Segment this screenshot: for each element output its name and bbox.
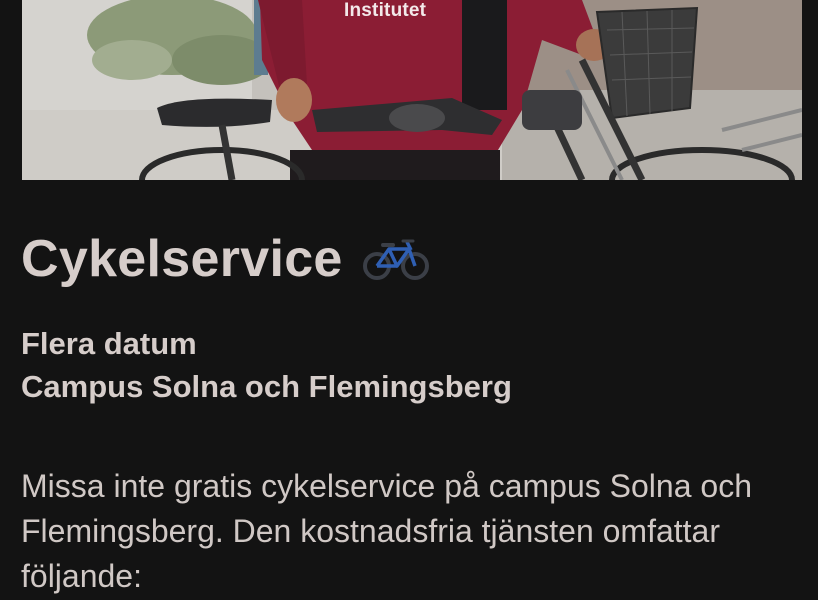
event-date: Flera datum	[21, 326, 197, 361]
hero-photo-illustration	[22, 0, 802, 180]
hero-image: Institutet	[22, 0, 802, 180]
event-location: Campus Solna och Flemingsberg	[21, 369, 512, 404]
event-meta: Flera datum Campus Solna och Flemingsber…	[21, 322, 512, 408]
article-body: Missa inte gratis cykelservice på campus…	[21, 468, 752, 594]
article-page: Institutet Cykelservice Flera datum Camp…	[0, 0, 818, 600]
title-row: Cykelservice	[21, 224, 431, 294]
page-title: Cykelservice	[21, 230, 343, 288]
hoodie-logo-text: Institutet	[344, 0, 427, 21]
bicycle-icon	[361, 237, 431, 281]
